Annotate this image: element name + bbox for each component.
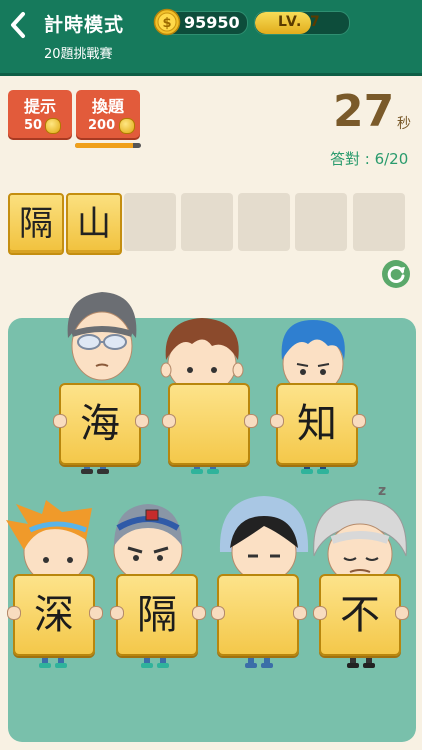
answer-slot[interactable]: 山 xyxy=(66,193,122,255)
timer-unit: 秒 xyxy=(397,116,411,132)
refresh-icon[interactable] xyxy=(381,259,411,289)
svg-text:$: $ xyxy=(162,16,171,31)
letter-tile[interactable]: 隔 xyxy=(116,574,198,656)
character-hand xyxy=(211,606,225,620)
answer-slot[interactable] xyxy=(181,193,233,251)
letter-tile[interactable]: 知 xyxy=(276,383,358,465)
letter-tile-char: 不 xyxy=(340,592,380,638)
letter-tile-char: 隔 xyxy=(137,592,177,638)
character-hand xyxy=(395,606,409,620)
level-label: LV. xyxy=(278,14,303,30)
character-hand xyxy=(135,414,149,428)
character-hand xyxy=(313,606,327,620)
character-hand xyxy=(89,606,103,620)
level-value: 7 xyxy=(310,14,320,30)
coin-icon xyxy=(119,118,135,134)
character-hand xyxy=(293,606,307,620)
character-hand xyxy=(270,414,284,428)
letter-tile[interactable]: 不 xyxy=(319,574,401,656)
coin-balance: 95950 xyxy=(184,13,240,32)
character-hand xyxy=(192,606,206,620)
back-icon[interactable] xyxy=(6,10,32,40)
character-hand xyxy=(53,414,67,428)
letter-tile-char: 深 xyxy=(34,592,74,638)
mode-title: 計時模式 xyxy=(44,14,125,36)
top-bar: 計時模式 20題挑戰賽 $ 95950 LV. 7 xyxy=(0,0,422,76)
timer-value: 27 xyxy=(333,86,395,137)
letter-tile[interactable]: 海 xyxy=(59,383,141,465)
hint-cost: 50 xyxy=(24,118,43,133)
sleep-mark: z xyxy=(378,483,387,499)
character-hand xyxy=(110,606,124,620)
character-brown-hair-boy xyxy=(160,318,244,394)
character-hand xyxy=(244,414,258,428)
character-hand xyxy=(7,606,21,620)
character-hand xyxy=(352,414,366,428)
character-hand xyxy=(162,414,176,428)
answer-slot-char: 山 xyxy=(77,204,111,244)
character-headband-boy xyxy=(113,504,183,583)
switch-cooldown-fill xyxy=(75,143,134,148)
answer-slot[interactable] xyxy=(124,193,176,251)
letter-tile-char: 海 xyxy=(80,401,120,447)
hint-label: 提示 xyxy=(23,97,56,116)
correct-count: 答對 : 6/20 xyxy=(330,150,409,168)
switch-question-button[interactable]: 換題 200 xyxy=(76,90,140,138)
letter-tile[interactable]: 深 xyxy=(13,574,95,656)
character-hooded-kid xyxy=(219,496,309,583)
switch-cost: 200 xyxy=(88,118,116,133)
switch-label: 換題 xyxy=(91,97,124,116)
letter-tile[interactable] xyxy=(168,383,250,465)
letter-tile-char: 知 xyxy=(297,401,337,447)
coin-icon xyxy=(45,118,61,134)
mode-subtitle: 20題挑戰賽 xyxy=(44,47,113,62)
answer-slot[interactable] xyxy=(353,193,405,251)
hint-button[interactable]: 提示 50 xyxy=(8,90,72,138)
character-old-man xyxy=(313,499,407,585)
character-glasses-man xyxy=(67,292,137,381)
answer-slot[interactable] xyxy=(295,193,347,251)
answer-slot-char: 隔 xyxy=(19,204,53,244)
letter-tile[interactable] xyxy=(217,574,299,656)
answer-slot[interactable]: 隔 xyxy=(8,193,64,255)
answer-slot[interactable] xyxy=(238,193,290,251)
coin-icon: $ xyxy=(153,8,181,36)
switch-cooldown-bar xyxy=(75,143,141,148)
